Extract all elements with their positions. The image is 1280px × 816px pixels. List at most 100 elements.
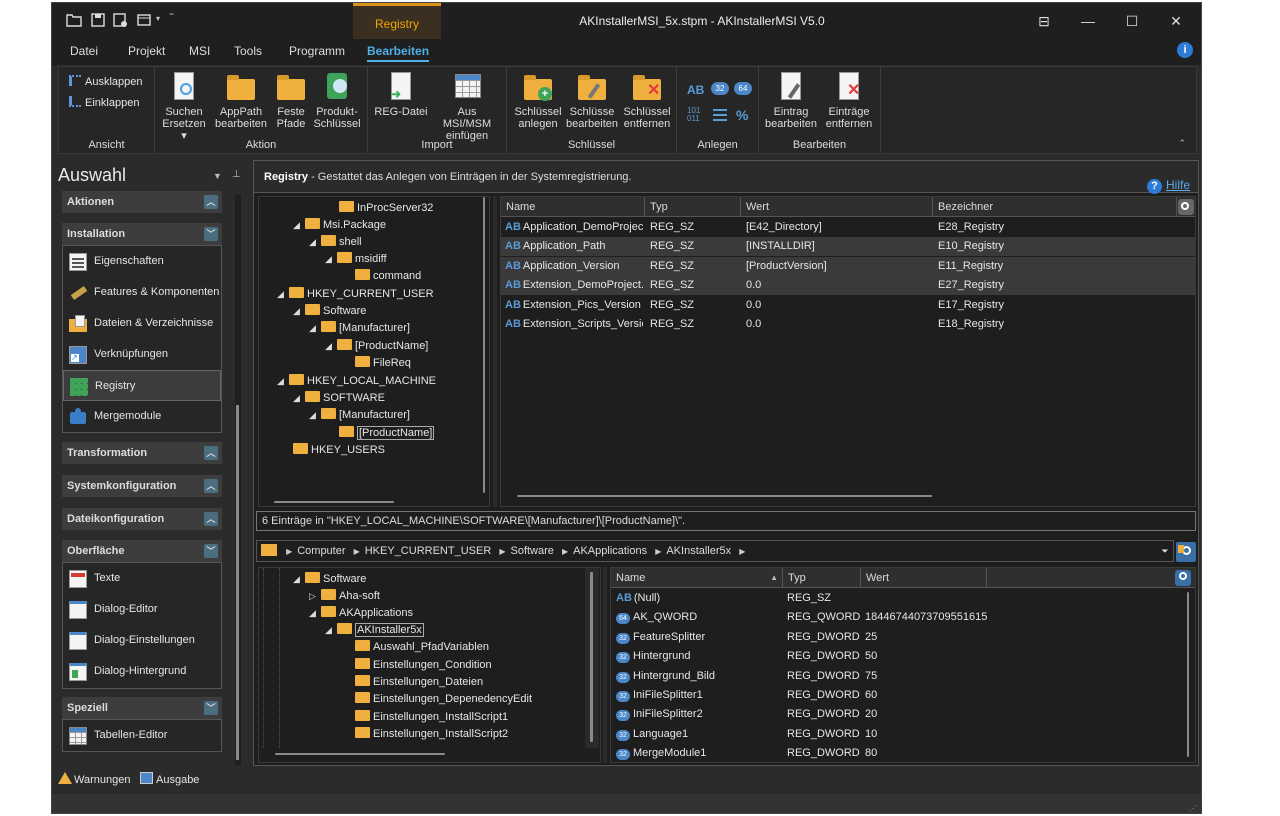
apppath-edit-button[interactable]: AppPath bearbeiten (213, 71, 269, 130)
table-row[interactable]: AB Extension_Pics_Version REG_SZ 0.0 E17_Reg… (501, 296, 1195, 315)
output-tab[interactable]: Ausgabe (140, 772, 199, 786)
info-icon[interactable]: i (1177, 42, 1193, 58)
splitter[interactable] (493, 196, 497, 507)
save-icon[interactable] (90, 12, 106, 28)
column-header-bezeichner[interactable]: Bezeichner (933, 197, 1177, 217)
collapse-ribbon-icon[interactable]: ⌃ (1178, 138, 1186, 149)
tree-node[interactable]: ◢ Msi.Package (293, 217, 386, 234)
lower-grid-vertical-scrollbar[interactable] (1183, 590, 1195, 762)
product-key-button[interactable]: Produkt- Schlüssel (311, 71, 363, 130)
section-aktionen[interactable]: Aktionen ︿ (62, 191, 222, 213)
search-replace-button[interactable]: Suchen Ersetzen ▾ (159, 71, 209, 142)
grid-search-icon[interactable] (1178, 199, 1194, 215)
table-row[interactable]: 32 MergeModule1 REG_DWORD 80 (611, 744, 1181, 762)
sidebar-item-features[interactable]: Features & Komponenten (63, 277, 221, 308)
context-tab-registry[interactable]: Registry (353, 3, 441, 39)
dropdown-arrow-icon[interactable]: ▾ (156, 14, 160, 23)
tree-node[interactable]: Einstellungen_Condition (355, 657, 492, 674)
table-row[interactable]: AB Application_Version REG_SZ [ProductVersi… (501, 256, 1195, 276)
expandable-string-icon[interactable]: % (736, 107, 748, 123)
tree-node[interactable]: Einstellungen_InstallScript1 (355, 709, 508, 726)
menu-msi[interactable]: MSI (189, 44, 210, 58)
grid-search-icon[interactable] (1175, 570, 1191, 586)
maximize-button[interactable]: ☐ (1110, 3, 1154, 39)
sidebar-item-registry[interactable]: Registry (63, 370, 221, 401)
tree-node[interactable]: ◢ shell (309, 234, 362, 251)
tree-node[interactable]: ◢ SOFTWARE (293, 390, 385, 407)
table-row[interactable]: AB Application_DemoProjec... REG_SZ [E42_Di… (501, 218, 1195, 237)
tree-node[interactable]: HKEY_USERS (293, 442, 385, 459)
splitter[interactable] (603, 567, 607, 763)
menu-tools[interactable]: Tools (234, 44, 262, 58)
tree-node[interactable]: ◢ msidiff (325, 251, 387, 268)
expand-button[interactable]: Ausklappen (69, 75, 143, 88)
tree-node[interactable]: FileReq (355, 355, 411, 372)
tree-node[interactable]: Einstellungen_DepenedencyEdit (355, 691, 532, 708)
tree-node[interactable]: ▷ Aha-soft (309, 588, 380, 605)
menu-datei[interactable]: Datei (70, 44, 98, 58)
tree-node[interactable]: ◢ HKEY_CURRENT_USER (277, 286, 434, 303)
tree-node[interactable]: ◢ AKApplications (309, 605, 413, 622)
tree-horizontal-scrollbar[interactable] (259, 497, 481, 506)
table-row[interactable]: 32 Hintergrund REG_DWORD 50 (611, 647, 1181, 666)
tree-node[interactable]: Einstellungen_Dateien (355, 674, 483, 691)
path-crumb[interactable]: HKEY_CURRENT_USER (365, 541, 492, 561)
key-create-button[interactable]: + Schlüssel anlegen (513, 71, 563, 130)
reg-file-import-button[interactable]: ➜ REG-Datei (374, 71, 428, 118)
lower-tree-horizontal-scrollbar[interactable] (259, 749, 585, 761)
fixed-paths-button[interactable]: Feste Pfade (273, 71, 309, 130)
sidebar-item-dialog-einstellungen[interactable]: Dialog-Einstellungen (63, 625, 221, 656)
collapse-button[interactable]: Einklappen (69, 96, 139, 109)
warnings-tab[interactable]: Warnungen (58, 772, 130, 786)
table-row[interactable]: 32 IniFileSplitter2 REG_DWORD 20 (611, 705, 1181, 724)
section-installation[interactable]: Installation ﹀ (62, 223, 222, 245)
binary-value-icon[interactable]: 101 011 (687, 107, 701, 123)
tree-node-selected[interactable]: [ProductName] (339, 425, 435, 442)
sidebar-item-mergemodule[interactable]: Mergemodule (63, 401, 221, 432)
sidebar-scrollbar[interactable] (235, 195, 241, 765)
sidebar-item-tabellen-editor[interactable]: Tabellen-Editor (63, 720, 221, 751)
path-dropdown-icon[interactable]: ⏷ (1158, 542, 1172, 560)
customize-quickaccess-icon[interactable]: ⁼ (169, 11, 174, 22)
column-header-typ[interactable]: Typ (783, 568, 861, 588)
column-header-typ[interactable]: Typ (645, 197, 741, 217)
table-row[interactable]: AB Application_Path REG_SZ [INSTALLDIR] E10_… (501, 237, 1195, 257)
path-search-icon[interactable] (1176, 542, 1196, 562)
table-row[interactable]: 32 Language1 REG_DWORD 10 (611, 725, 1181, 744)
entry-edit-button[interactable]: Eintrag bearbeiten (763, 71, 819, 130)
dword-value-icon[interactable]: 32 (711, 82, 729, 95)
registry-path-bar[interactable]: ▶ Computer ▶ HKEY_CURRENT_USER ▶ Software ▶… (256, 540, 1174, 562)
sidebar-item-dateien[interactable]: Dateien & Verzeichnisse (63, 308, 221, 339)
path-crumb[interactable]: Computer (297, 541, 345, 561)
sidebar-item-texte[interactable]: Texte (63, 563, 221, 594)
column-header-wert[interactable]: Wert (741, 197, 933, 217)
menu-bearbeiten[interactable]: Bearbeiten (367, 44, 430, 62)
section-transformation[interactable]: Transformation ︿ (62, 442, 222, 464)
tree-node[interactable]: Auswahl_PfadVariablen (355, 639, 489, 656)
tree-node[interactable]: InProcServer32 (339, 200, 433, 217)
tree-node[interactable]: Einstellungen_InstallScript2 (355, 726, 508, 743)
path-crumb[interactable]: Software (510, 541, 553, 561)
key-edit-button[interactable]: Schlüsse bearbeiten (565, 71, 619, 130)
string-value-icon[interactable]: AB (687, 83, 704, 97)
menu-programm[interactable]: Programm (289, 44, 345, 58)
grid-horizontal-scrollbar[interactable] (501, 493, 1195, 505)
column-header-wert[interactable]: Wert (861, 568, 987, 588)
tree-node[interactable]: ◢ [Manufacturer] (309, 407, 410, 424)
table-row[interactable]: 32 IniFileSplitter1 REG_DWORD 60 (611, 686, 1181, 705)
sidebar-menu-arrow-icon[interactable]: ▼ (213, 171, 222, 181)
close-button[interactable]: ✕ (1154, 3, 1198, 39)
lower-tree-vertical-scrollbar[interactable] (585, 568, 599, 748)
path-crumb[interactable]: AKApplications (573, 541, 647, 561)
pin-icon[interactable]: ⊥ (232, 169, 241, 180)
menu-projekt[interactable]: Projekt (128, 44, 165, 58)
tree-node[interactable]: ◢ HKEY_LOCAL_MACHINE (277, 373, 436, 390)
sidebar-item-dialog-hintergrund[interactable]: Dialog-Hintergrund (63, 656, 221, 687)
tree-node[interactable]: ◢ Software (293, 303, 366, 320)
sidebar-item-dialog-editor[interactable]: Dialog-Editor (63, 594, 221, 625)
resize-grip-icon[interactable]: ⋰ (1189, 804, 1197, 813)
table-row[interactable]: 64 AK_QWORD REG_QWORD 18446744073709551615 (611, 608, 1181, 627)
pin-window-icon[interactable]: ⊟ (1022, 3, 1066, 39)
tree-vertical-scrollbar[interactable] (481, 197, 489, 497)
sidebar-item-verknuepfungen[interactable]: ↗ Verknüpfungen (63, 339, 221, 370)
